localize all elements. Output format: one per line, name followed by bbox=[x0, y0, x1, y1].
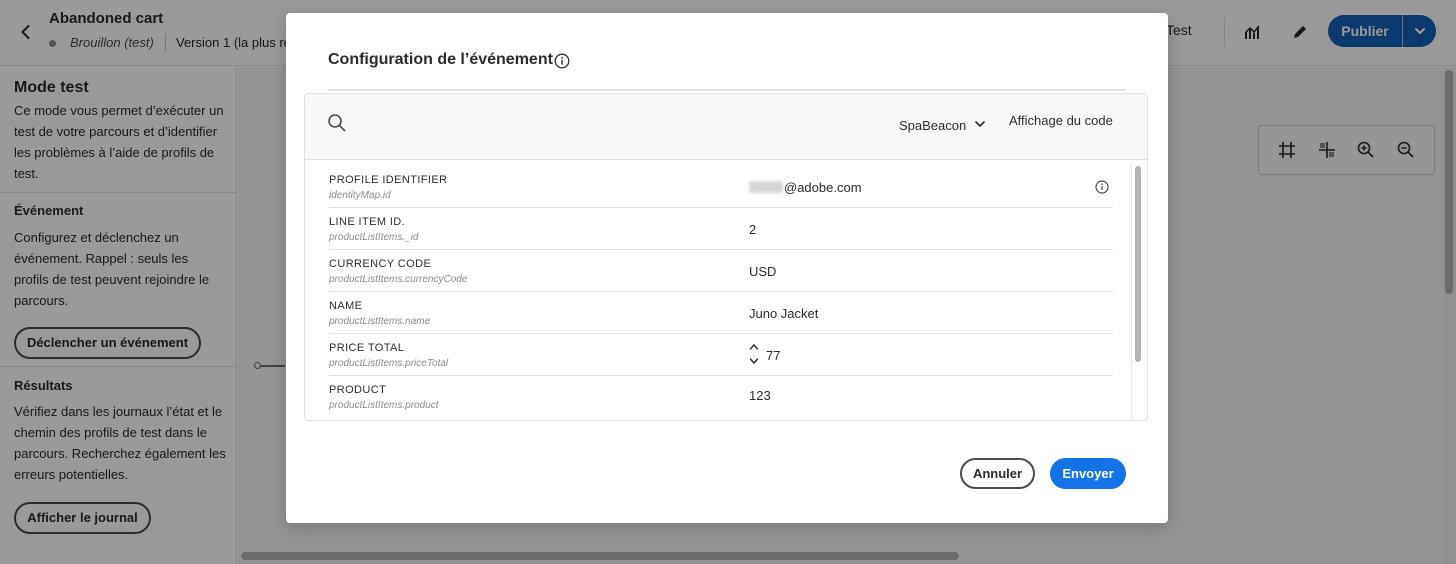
info-icon[interactable] bbox=[554, 53, 570, 69]
field-path: productListItems.name bbox=[329, 316, 431, 327]
event-configuration-dialog: Configuration de l’événement SpaBeacon A… bbox=[286, 13, 1168, 523]
field-label: PRODUCT bbox=[329, 384, 387, 396]
stepper-icon[interactable] bbox=[749, 342, 759, 366]
field-path: productListItems.currencyCode bbox=[329, 274, 468, 285]
redacted-text bbox=[749, 181, 783, 193]
search-icon[interactable] bbox=[327, 113, 347, 133]
code-view-toggle[interactable]: Affichage du code bbox=[1009, 113, 1113, 128]
field-row-name: NAME productListItems.name Juno Jacket bbox=[329, 292, 1113, 334]
field-value-input[interactable]: 77 bbox=[766, 348, 780, 363]
field-row-currency-code: CURRENCY CODE productListItems.currencyC… bbox=[329, 250, 1113, 292]
chevron-down-icon bbox=[974, 118, 986, 133]
cancel-button[interactable]: Annuler bbox=[960, 458, 1035, 489]
field-label: LINE ITEM ID. bbox=[329, 216, 406, 228]
field-value-input[interactable]: 123 bbox=[749, 388, 771, 403]
event-select-value: SpaBeacon bbox=[899, 117, 967, 133]
field-row-line-item-id: LINE ITEM ID. productListItems._id 2 bbox=[329, 208, 1113, 250]
field-path: identityMap.id bbox=[329, 190, 391, 201]
field-row-profile-identifier: PROFILE IDENTIFIER identityMap.id @adobe… bbox=[329, 166, 1113, 208]
dialog-title: Configuration de l’événement bbox=[328, 51, 553, 68]
event-select[interactable]: SpaBeacon bbox=[899, 114, 986, 136]
field-row-product: PRODUCT productListItems.product 123 bbox=[329, 376, 1113, 418]
field-value-input[interactable]: Juno Jacket bbox=[749, 306, 818, 321]
info-icon[interactable] bbox=[1095, 180, 1109, 199]
field-value-input[interactable]: @adobe.com bbox=[749, 180, 862, 195]
field-path: productListItems.priceTotal bbox=[329, 358, 449, 369]
field-value-input[interactable]: USD bbox=[749, 264, 776, 279]
field-label: CURRENCY CODE bbox=[329, 258, 432, 270]
field-path: productListItems._id bbox=[329, 232, 419, 243]
field-row-price-total: PRICE TOTAL productListItems.priceTotal … bbox=[329, 334, 1113, 376]
event-fields-panel: SpaBeacon Affichage du code PROFILE IDEN… bbox=[304, 93, 1148, 421]
dialog-divider bbox=[328, 89, 1126, 91]
field-value-text: @adobe.com bbox=[784, 180, 862, 195]
field-label: PROFILE IDENTIFIER bbox=[329, 174, 448, 186]
field-value-input[interactable]: 2 bbox=[749, 222, 756, 237]
fields-scroll-thumb[interactable] bbox=[1135, 166, 1141, 362]
field-path: productListItems.product bbox=[329, 400, 439, 411]
fields-toolbar: SpaBeacon Affichage du code bbox=[305, 94, 1147, 160]
field-label: NAME bbox=[329, 300, 363, 312]
field-label: PRICE TOTAL bbox=[329, 342, 405, 354]
event-field-list: PROFILE IDENTIFIER identityMap.id @adobe… bbox=[329, 166, 1113, 418]
send-button[interactable]: Envoyer bbox=[1050, 458, 1126, 489]
